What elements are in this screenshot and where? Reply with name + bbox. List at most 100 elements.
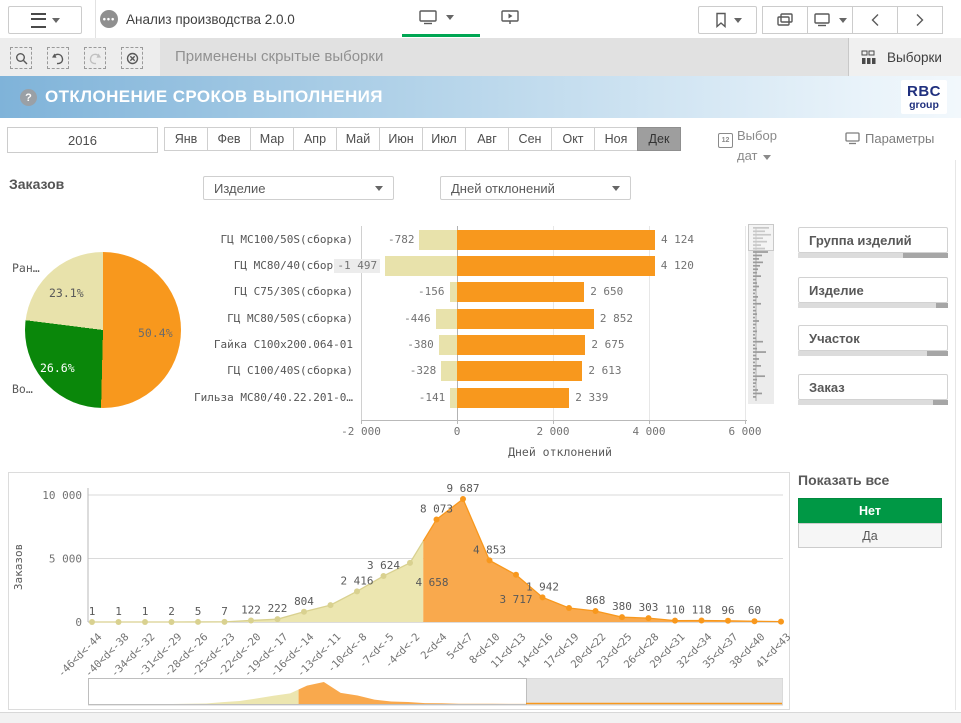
svg-text:96: 96 [721,604,734,617]
bar-positive[interactable] [457,388,569,408]
month-tab-Окт[interactable]: Окт [551,127,595,151]
chevron-down-icon [612,186,620,191]
month-tab-Мар[interactable]: Мар [250,127,294,151]
filter-scrollbar-thumb[interactable] [933,400,948,405]
parameters-label: Параметры [865,131,934,146]
year-filter[interactable]: 2016 [7,127,158,153]
month-tab-Фев[interactable]: Фев [207,127,251,151]
bar-category-label: ГЦ МС80/50S(сборка) [227,312,353,326]
parameters-button[interactable]: Параметры [845,131,934,146]
undo-selection-icon[interactable] [47,47,69,69]
app-icon[interactable]: ••• [100,10,118,28]
svg-text:4 658: 4 658 [415,576,448,589]
date-picker-button[interactable]: 12Выбор дат [718,128,798,164]
sheet-list-button[interactable] [807,6,853,34]
logo-line1: RBC [907,84,941,99]
redo-selection-icon[interactable] [84,47,106,69]
bar-category-label: ГЦ С75/30S(сборка) [234,285,353,299]
filter-scrollbar-thumb[interactable] [927,351,948,356]
bookmarks-button[interactable] [698,6,757,34]
clear-selections-icon[interactable] [121,47,143,69]
filter-listbox-2[interactable]: Изделие [798,277,948,303]
month-tab-Сен[interactable]: Сен [508,127,552,151]
chevron-down-icon [446,15,454,20]
filter-scrollbar[interactable] [798,253,948,258]
svg-text:2 416: 2 416 [340,574,373,587]
filter-scrollbar[interactable] [798,303,948,308]
bar-positive[interactable] [457,309,594,329]
filter-listbox-3[interactable]: Участок [798,325,948,351]
chevron-down-icon [763,155,771,160]
smart-search-icon[interactable] [10,47,32,69]
month-tab-Июл[interactable]: Июл [422,127,466,151]
measure-dropdown[interactable]: Дней отклонений [440,176,631,200]
bar-negative[interactable] [419,230,457,250]
svg-text:222: 222 [268,602,288,615]
month-tab-Июн[interactable]: Июн [379,127,423,151]
sheet-overview-button[interactable] [762,6,808,34]
selections-tool-button[interactable]: Выборки [848,38,961,76]
bar-negative[interactable] [436,309,457,329]
month-tab-Ноя[interactable]: Ноя [594,127,638,151]
sheet-nav-group [762,6,943,32]
bar-negative-value: -782 [388,233,415,247]
filter-listbox-1[interactable]: Группа изделий [798,227,948,253]
presenter-icon [500,8,520,26]
svg-text:868: 868 [586,594,606,607]
logo-line2: group [909,100,939,111]
area-chart-range-brush[interactable] [88,678,783,706]
filter-scrollbar[interactable] [798,400,948,405]
filter-scrollbar[interactable] [798,351,948,356]
bar-axis-tick-label: 6 000 [710,425,780,438]
bar-axis-tick-label: -2 000 [326,425,396,438]
selections-status-text: Применены скрытые выборки [175,48,383,65]
bar-negative[interactable] [450,282,457,302]
help-icon[interactable]: ? [20,89,37,106]
bar-chart-plot[interactable]: -7824 124-1 4974 120-1562 650-4462 852-3… [361,226,747,421]
bar-positive[interactable] [457,282,584,302]
area-chart[interactable]: 05 00010 0001112571222228042 4163 6244 6… [8,472,790,710]
sheet-view-button[interactable] [418,8,454,26]
show-all-yes-button[interactable]: Да [798,523,942,548]
bar-negative[interactable] [450,388,457,408]
bar-negative[interactable] [441,361,457,381]
bar-positive[interactable] [457,230,655,250]
bar-negative[interactable] [385,256,457,276]
next-sheet-button[interactable] [897,6,943,34]
show-all-no-button[interactable]: Нет [798,498,942,524]
month-tab-Янв[interactable]: Янв [164,127,208,151]
bar-positive[interactable] [457,335,585,355]
pie-pct-ontime: 26.6% [40,361,75,375]
month-tab-Апр[interactable]: Апр [293,127,337,151]
measure-dropdown-value: Дней отклонений [451,181,555,196]
bar-positive[interactable] [457,361,582,381]
filter-scrollbar-thumb[interactable] [936,303,948,308]
month-tab-Дек[interactable]: Дек [637,127,681,151]
bar-category-label: ГЦ МС100/50S(сборка) [221,233,353,247]
date-picker-label1: Выбор [737,128,777,143]
bar-chart-scroll-minimap[interactable] [748,224,774,404]
bar-negative-value: -328 [410,364,437,378]
app-title: Анализ производства 2.0.0 [126,12,295,27]
selections-bar: Применены скрытые выборки Выборки [0,38,961,77]
global-menu-button[interactable] [8,6,82,34]
filter-scrollbar-thumb[interactable] [903,253,948,258]
window-icon [845,132,861,145]
svg-text:1: 1 [115,605,122,618]
svg-text:7: 7 [221,605,228,618]
month-tabs: ЯнвФевМарАпрМайИюнИюлАвгСенОктНояДек [165,127,681,151]
top-toolbar: ••• Анализ производства 2.0.0 [0,0,961,39]
dimension-dropdown-value: Изделие [214,181,265,196]
previous-sheet-button[interactable] [852,6,898,34]
presentation-button[interactable] [500,8,520,29]
svg-text:122: 122 [241,603,261,616]
bar-positive[interactable] [457,256,655,276]
month-tab-Авг[interactable]: Авг [465,127,509,151]
month-tab-Май[interactable]: Май [336,127,380,151]
page-bottom-strip [0,712,961,723]
pie-pct-early: 23.1% [49,286,84,300]
dimension-dropdown[interactable]: Изделие [203,176,394,200]
svg-text:8 073: 8 073 [420,502,453,515]
filter-listbox-4[interactable]: Заказ [798,374,948,400]
bar-negative[interactable] [439,335,457,355]
